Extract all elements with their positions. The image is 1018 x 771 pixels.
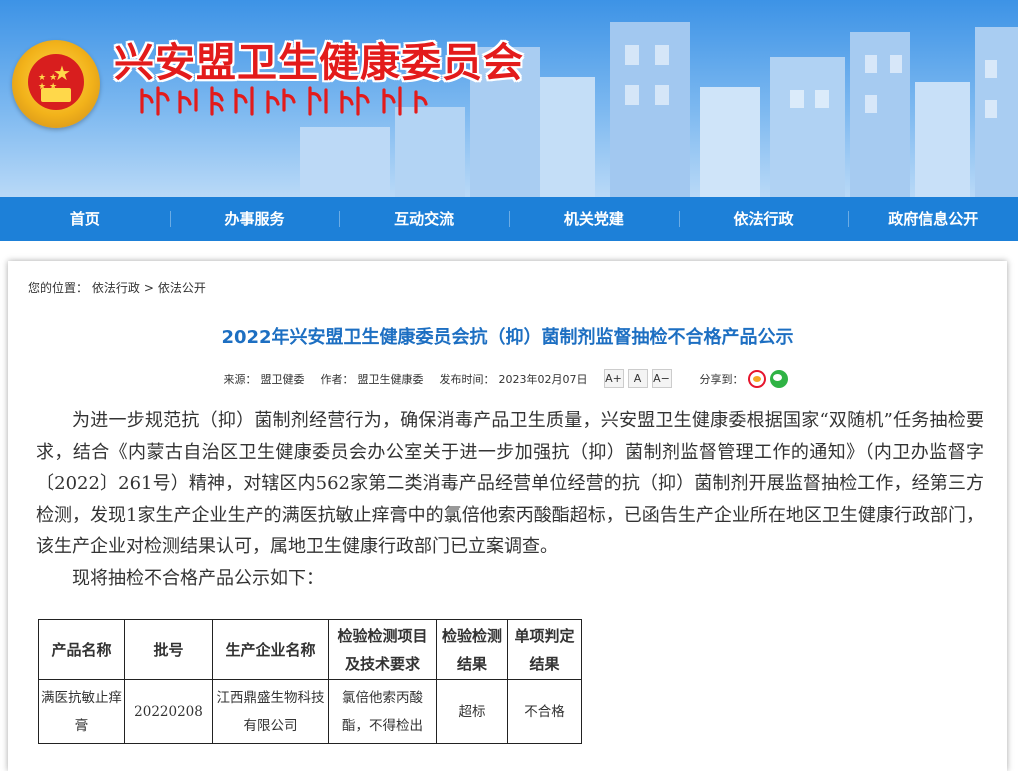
building-decoration — [395, 107, 465, 197]
article-meta: 来源： 盟卫健委 作者： 盟卫生健康委 发布时间： 2023年02月07日 A+… — [8, 369, 1007, 388]
building-decoration — [610, 22, 690, 197]
nav-item-interaction[interactable]: 互动交流 — [339, 197, 509, 241]
building-decoration — [700, 87, 760, 197]
article-title: 2022年兴安盟卫生健康委员会抗（抑）菌制剂监督抽检不合格产品公示 — [221, 327, 794, 348]
emblem-red-disc: ★ ★★ ★★ — [28, 54, 84, 110]
font-smaller-button[interactable]: A− — [651, 369, 672, 388]
breadcrumb-separator: > — [143, 281, 154, 295]
table-cell: 江西鼎盛生物科技有限公司 — [212, 679, 329, 744]
table-cell: 20220208 — [124, 679, 213, 744]
table-header-cell: 产品名称 — [38, 619, 125, 680]
window-decoration — [655, 85, 669, 105]
nav-item-services[interactable]: 办事服务 — [169, 197, 340, 241]
site-title[interactable]: 兴安盟卫生健康委员会 — [114, 30, 524, 88]
national-emblem-icon[interactable]: ★ ★★ ★★ — [12, 40, 100, 128]
window-decoration — [985, 60, 997, 78]
table-header-cell: 检验检测结果 — [436, 619, 508, 680]
article-container: 您的位置： 依法行政 > 依法公开 2022年兴安盟卫生健康委员会抗（抑）菌制剂监督… — [8, 261, 1007, 771]
main-nav: 首页 办事服务 互动交流 机关党建 依法行政 政府信息公开 — [0, 197, 1018, 241]
window-decoration — [865, 95, 877, 113]
table-header-cell: 单项判定结果 — [507, 619, 582, 680]
window-decoration — [790, 90, 804, 108]
header-banner: ★ ★★ ★★ 兴安盟卫生健康委员会 — [0, 0, 1018, 197]
breadcrumb-link-disclosure[interactable]: 依法公开 — [158, 281, 206, 295]
meta-date: 2023年02月07日 — [498, 372, 588, 386]
window-decoration — [815, 90, 829, 108]
breadcrumb-prefix: 您的位置： — [28, 281, 89, 295]
meta-author-label: 作者： — [320, 372, 354, 386]
article-body: 为进一步规范抗（抑）菌制剂经营行为，确保消毒产品卫生质量，兴安盟卫生健康委根据国… — [36, 405, 984, 594]
article-paragraph: 为进一步规范抗（抑）菌制剂经营行为，确保消毒产品卫生质量，兴安盟卫生健康委根据国… — [36, 410, 984, 557]
meta-source-label: 来源： — [223, 372, 257, 386]
breadcrumb-link-law-administration[interactable]: 依法行政 — [92, 281, 140, 295]
table-header-cell: 检验检测项目及技术要求 — [328, 619, 437, 680]
meta-source: 盟卫健委 — [260, 372, 305, 386]
breadcrumb: 您的位置： 依法行政 > 依法公开 — [28, 279, 206, 296]
table-cell: 氯倍他索丙酸酯，不得检出 — [328, 679, 437, 744]
window-decoration — [655, 45, 669, 65]
window-decoration — [865, 55, 877, 73]
weibo-share-icon[interactable] — [747, 369, 766, 388]
meta-author: 盟卫生健康委 — [357, 372, 424, 386]
table-header-row: 产品名称 批号 生产企业名称 检验检测项目及技术要求 检验检测结果 单项判定结果 — [38, 619, 582, 680]
table-header-cell: 生产企业名称 — [212, 619, 329, 680]
nav-item-gov-info[interactable]: 政府信息公开 — [848, 197, 1018, 241]
share-label: 分享到： — [699, 372, 744, 386]
font-larger-button[interactable]: A+ — [603, 369, 624, 388]
table-cell: 不合格 — [507, 679, 582, 744]
article-paragraph: 现将抽检不合格产品公示如下： — [72, 567, 324, 589]
emblem-gate-icon — [41, 88, 71, 102]
nav-item-party-building[interactable]: 机关党建 — [509, 197, 679, 241]
window-decoration — [890, 55, 902, 73]
table-header-cell: 批号 — [124, 619, 213, 680]
building-decoration — [770, 57, 845, 197]
table-cell: 满医抗敏止痒膏 — [38, 679, 125, 744]
window-decoration — [985, 100, 997, 118]
table-row: 满医抗敏止痒膏 20220208 江西鼎盛生物科技有限公司 氯倍他索丙酸酯，不得… — [38, 679, 582, 744]
building-decoration — [915, 82, 970, 197]
mongolian-script-logo — [140, 86, 428, 116]
nav-item-law-administration[interactable]: 依法行政 — [678, 197, 849, 241]
unqualified-products-table: 产品名称 批号 生产企业名称 检验检测项目及技术要求 检验检测结果 单项判定结果… — [38, 619, 582, 744]
nav-item-home[interactable]: 首页 — [0, 197, 170, 241]
meta-date-label: 发布时间： — [439, 372, 495, 386]
wechat-share-icon[interactable] — [769, 369, 788, 388]
font-normal-button[interactable]: A — [627, 369, 648, 388]
window-decoration — [625, 85, 639, 105]
table-cell: 超标 — [436, 679, 508, 744]
building-decoration — [540, 77, 595, 197]
building-decoration — [300, 127, 390, 197]
window-decoration — [625, 45, 639, 65]
